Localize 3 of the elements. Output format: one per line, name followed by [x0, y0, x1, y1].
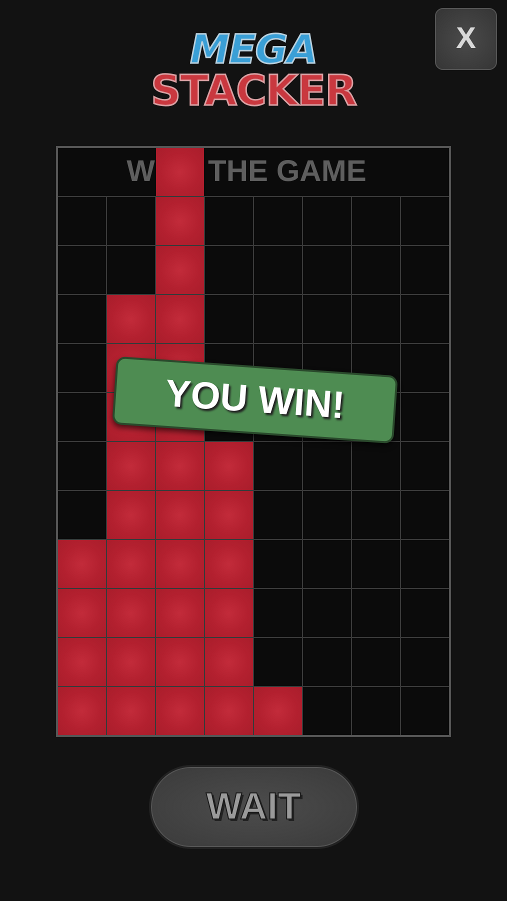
close-button[interactable]: X — [435, 8, 497, 70]
board-title: THE GAME — [208, 155, 366, 189]
board-title: W — [126, 155, 155, 189]
